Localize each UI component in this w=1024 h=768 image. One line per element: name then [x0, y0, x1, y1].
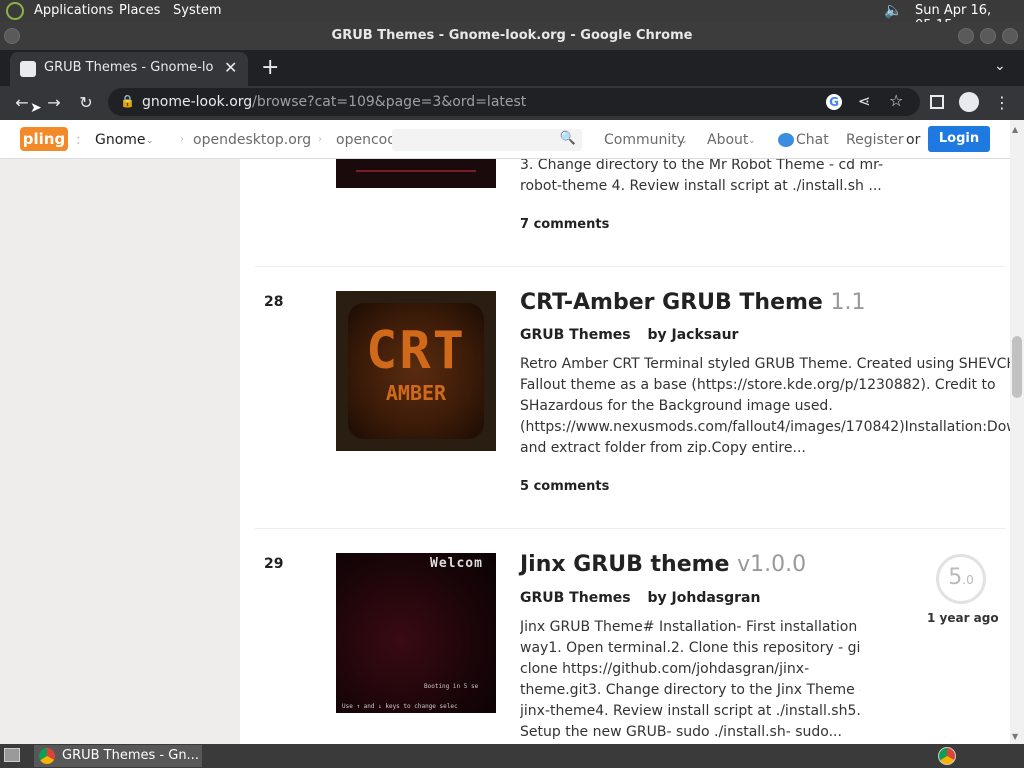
scrollbar-thumb[interactable]: [1012, 336, 1022, 398]
address-bar[interactable]: 🔒 gnome-look.org/browse?cat=109&page=3&o…: [108, 88, 920, 116]
minimize-icon[interactable]: [958, 28, 974, 44]
taskbar-window-title: GRUB Themes - Gn...: [62, 748, 199, 763]
scroll-down-arrow-icon[interactable]: ▼: [1012, 732, 1018, 741]
item-author-link[interactable]: by Jacksaur: [648, 327, 739, 343]
item-comments-link[interactable]: 7 comments: [520, 217, 609, 232]
item-description: Jinx GRUB Theme# Installation- First ins…: [520, 619, 860, 740]
chevron-down-icon[interactable]: ⌄: [680, 136, 688, 146]
scroll-up-arrow-icon[interactable]: ▲: [1012, 125, 1018, 134]
item-title-link[interactable]: CRT-Amber GRUB Theme 1.1: [520, 290, 866, 315]
item-meta: GRUB Themes by Johdasgran: [520, 590, 760, 606]
separator-dot: ›: [180, 134, 184, 145]
applications-menu[interactable]: Applications: [34, 3, 113, 18]
url-path: /browse?cat=109&page=3&ord=latest: [252, 94, 527, 110]
profile-avatar-icon[interactable]: [959, 92, 979, 112]
chevron-down-icon[interactable]: ⌄: [146, 136, 154, 146]
page-scrollbar[interactable]: [1010, 120, 1024, 744]
reload-icon[interactable]: ↻: [76, 94, 96, 112]
nav-link-opencode[interactable]: opencod: [336, 132, 396, 148]
google-lens-icon[interactable]: G: [826, 94, 842, 110]
site-navbar: pling : Gnome ⌄ › opendesktop.org › open…: [0, 120, 1010, 159]
share-icon[interactable]: ⋖: [858, 92, 871, 110]
chevron-down-icon[interactable]: ⌄: [748, 136, 756, 146]
item-description: Retro Amber CRT Terminal styled GRUB The…: [520, 356, 1010, 456]
nav-section-gnome[interactable]: Gnome: [95, 132, 146, 148]
window-title: GRUB Themes - Gnome-look.org - Google Ch…: [331, 28, 693, 43]
close-window-icon[interactable]: [1002, 28, 1018, 44]
back-arrow-icon[interactable]: ←: [12, 94, 32, 112]
chat-bubble-icon: [778, 133, 794, 147]
chrome-icon: [39, 748, 55, 764]
url-host: gnome-look.org: [142, 94, 253, 110]
divider: [255, 266, 1005, 267]
item-comments-link[interactable]: 5 comments: [520, 479, 609, 494]
rating-score: 5.0: [948, 565, 974, 590]
forward-arrow-icon[interactable]: →: [44, 94, 64, 112]
rating-circle: 5.0: [936, 554, 986, 604]
system-top-panel: Applications Places System 🔈 Sun Apr 16,…: [0, 0, 1024, 33]
separator-dot: ›: [318, 134, 322, 145]
nav-community[interactable]: Community: [604, 132, 685, 148]
places-menu[interactable]: Places: [119, 3, 160, 18]
site-search-input[interactable]: 🔍: [392, 129, 582, 151]
bookmark-star-icon[interactable]: ☆: [889, 91, 903, 110]
divider: [255, 528, 1005, 529]
item-title-link[interactable]: Jinx GRUB theme v1.0.0: [520, 552, 806, 577]
volume-icon[interactable]: 🔈: [884, 1, 903, 19]
item-rank: 28: [264, 294, 284, 310]
side-panel-icon[interactable]: [930, 95, 944, 109]
or-text: or: [906, 132, 921, 148]
item-thumbnail-jinx[interactable]: Welcom Booting in 5 se Use ↑ and ↓ keys …: [336, 553, 496, 713]
item-category-link[interactable]: GRUB Themes: [520, 590, 631, 606]
system-menu[interactable]: System: [173, 3, 221, 18]
kebab-menu-icon[interactable]: ⋮: [994, 94, 1010, 112]
item-meta: GRUB Themes by Jacksaur: [520, 327, 738, 343]
tab-search-chevron-icon[interactable]: ⌄: [994, 58, 1006, 74]
show-desktop-icon[interactable]: [4, 748, 20, 762]
item-description: 3. Change directory to the Mr Robot Them…: [520, 157, 884, 194]
item-thumbnail-crt-amber[interactable]: CRT AMBER: [336, 291, 496, 451]
taskbar-window-button[interactable]: GRUB Themes - Gn...: [34, 745, 202, 767]
login-button[interactable]: Login: [928, 126, 990, 152]
maximize-icon[interactable]: [980, 28, 996, 44]
window-title-bar[interactable]: GRUB Themes - Gnome-look.org - Google Ch…: [0, 22, 1024, 50]
lock-icon[interactable]: 🔒: [120, 94, 135, 108]
item-author-link[interactable]: by Johdasgran: [648, 590, 761, 606]
item-age: 1 year ago: [927, 611, 999, 625]
pling-logo[interactable]: pling: [20, 127, 68, 151]
new-tab-button[interactable]: +: [261, 55, 279, 80]
left-sidebar: [0, 120, 240, 744]
url-text: gnome-look.org/browse?cat=109&page=3&ord…: [142, 94, 526, 110]
tab-grub-themes[interactable]: GRUB Themes - Gnome-look. ✕: [10, 52, 248, 86]
nav-chat[interactable]: Chat: [796, 132, 829, 148]
tab-title: GRUB Themes - Gnome-look.: [44, 60, 214, 75]
nav-about[interactable]: About: [707, 132, 748, 148]
item-category-link[interactable]: GRUB Themes: [520, 327, 631, 343]
nav-link-opendesktop[interactable]: opendesktop.org: [193, 132, 311, 148]
register-link[interactable]: Register: [846, 132, 904, 148]
favicon-icon: [20, 61, 36, 77]
item-rank: 29: [264, 556, 284, 572]
mouse-cursor-icon: ➤: [30, 100, 42, 116]
distro-logo-icon[interactable]: [6, 2, 24, 20]
chrome-tray-icon[interactable]: [938, 747, 956, 765]
close-tab-icon[interactable]: ✕: [224, 58, 237, 77]
search-icon[interactable]: 🔍: [560, 131, 576, 146]
web-page: 3. Change directory to the Mr Robot Them…: [0, 120, 1010, 744]
